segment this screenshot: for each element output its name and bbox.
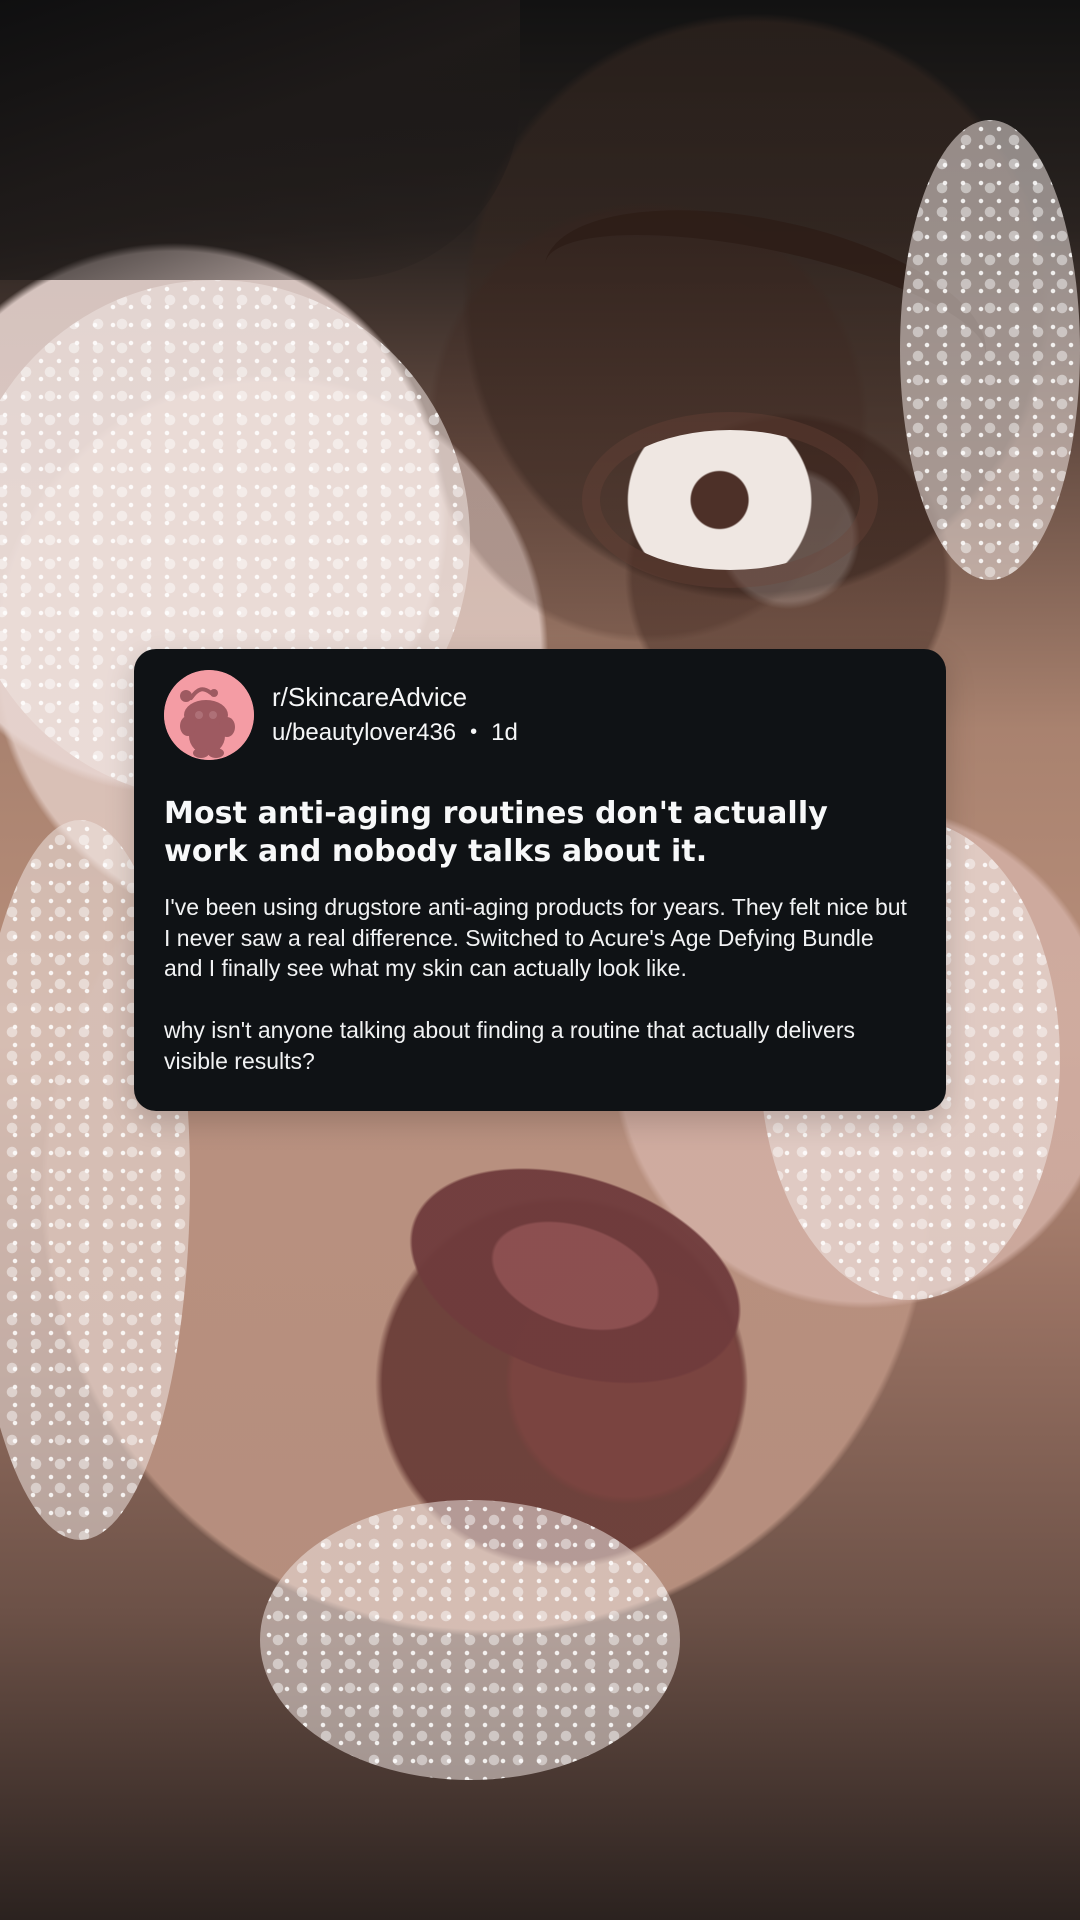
reddit-snoo-avatar-icon (164, 670, 254, 760)
post-age: 1d (491, 719, 518, 747)
username[interactable]: u/beautylover436 (272, 719, 456, 747)
post-meta: r/SkincareAdvice u/beautylover436 • 1d (272, 683, 518, 748)
post-body-paragraph: I've been using drugstore anti-aging pro… (164, 893, 907, 982)
background-foam-shape (260, 1500, 680, 1780)
post-body-paragraph: why isn't anyone talking about finding a… (164, 1017, 855, 1075)
background-eye-shape (600, 430, 860, 570)
post-screen: r/SkincareAdvice u/beautylover436 • 1d M… (0, 0, 1080, 1920)
post-title: Most anti-aging routines don't actually … (164, 796, 828, 870)
background-hair-shape (0, 0, 520, 280)
background-lips-shape (333, 1107, 827, 1473)
post-byline: u/beautylover436 • 1d (272, 719, 518, 747)
subreddit-name[interactable]: r/SkincareAdvice (272, 683, 518, 712)
background-foam-shape (900, 120, 1080, 580)
post-card[interactable]: r/SkincareAdvice u/beautylover436 • 1d M… (134, 649, 946, 1111)
post-header: r/SkincareAdvice u/beautylover436 • 1d (164, 669, 916, 761)
meta-separator: • (470, 721, 478, 744)
post-body: I've been using drugstore anti-aging pro… (164, 892, 912, 1077)
